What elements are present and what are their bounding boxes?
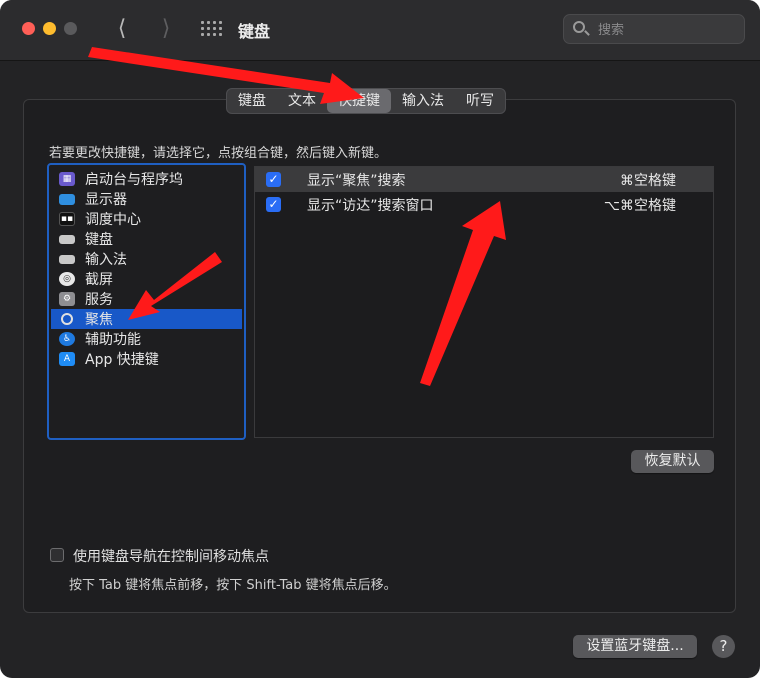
category-label: 服务	[85, 292, 113, 308]
restore-defaults-button[interactable]: 恢复默认	[631, 450, 714, 473]
tab-input-sources[interactable]: 输入法	[391, 89, 455, 113]
table-row[interactable]: ✓ 显示“聚焦”搜索 ⌘空格键	[255, 167, 713, 192]
table-row[interactable]: ✓ 显示“访达”搜索窗口 ⌥⌘空格键	[255, 192, 713, 217]
tab-keyboard[interactable]: 键盘	[227, 89, 277, 113]
category-label: App 快捷键	[85, 352, 159, 368]
tab-shortcuts[interactable]: 快捷键	[327, 89, 391, 113]
instruction-text: 若要更改快捷键，请选择它，点按组合键，然后键入新键。	[49, 146, 388, 161]
category-label: 输入法	[85, 252, 127, 268]
keyboard-navigation-checkbox[interactable]	[50, 548, 64, 562]
keyboard-preferences-window: ⟨ ⟩ 键盘 键盘 文本 快捷键 输入法 听写 若要更改快捷键，请选择它，点按组…	[0, 0, 760, 678]
search-field[interactable]	[563, 14, 745, 44]
forward-chevron-icon[interactable]: ⟩	[153, 15, 179, 43]
category-item-app-shortcuts[interactable]: A App 快捷键	[51, 349, 242, 369]
shortcut-table: ✓ 显示“聚焦”搜索 ⌘空格键 ✓ 显示“访达”搜索窗口 ⌥⌘空格键	[254, 166, 714, 438]
category-label: 截屏	[85, 272, 113, 288]
display-icon	[59, 193, 75, 205]
tab-text[interactable]: 文本	[277, 89, 327, 113]
spotlight-icon	[61, 313, 73, 325]
screenshot-icon: ◎	[59, 272, 75, 286]
category-label: 调度中心	[85, 212, 141, 228]
input-method-icon	[59, 254, 75, 264]
keyboard-icon	[59, 234, 75, 244]
tab-bar: 键盘 文本 快捷键 输入法 听写	[226, 88, 506, 114]
minimize-window-button[interactable]	[43, 22, 56, 35]
mission-control-icon: ▪▪	[59, 212, 75, 226]
keyboard-navigation-hint: 按下 Tab 键将焦点前移，按下 Shift-Tab 键将焦点后移。	[69, 578, 397, 593]
category-label: 显示器	[85, 192, 127, 208]
close-window-button[interactable]	[22, 22, 35, 35]
search-input[interactable]	[596, 19, 740, 41]
category-item-display[interactable]: 显示器	[51, 189, 242, 209]
title-bar: ⟨ ⟩ 键盘	[0, 0, 760, 61]
category-label: 启动台与程序坞	[85, 172, 183, 188]
shortcut-key[interactable]: ⌘空格键	[620, 170, 676, 190]
category-item-services[interactable]: ⚙ 服务	[51, 289, 242, 309]
tab-dictation[interactable]: 听写	[455, 89, 505, 113]
window-title: 键盘	[238, 22, 271, 41]
category-label: 聚焦	[85, 312, 113, 328]
category-label: 键盘	[85, 232, 113, 248]
category-item-accessibility[interactable]: ♿ 辅助功能	[51, 329, 242, 349]
services-gear-icon: ⚙	[59, 292, 75, 306]
search-icon	[573, 21, 585, 33]
category-item-launchpad[interactable]: ▦ 启动台与程序坞	[51, 169, 242, 189]
category-item-mission-control[interactable]: ▪▪ 调度中心	[51, 209, 242, 229]
category-item-keyboard[interactable]: 键盘	[51, 229, 242, 249]
shortcut-key[interactable]: ⌥⌘空格键	[604, 195, 676, 215]
shortcut-name: 显示“访达”搜索窗口	[307, 198, 434, 214]
keyboard-navigation-label[interactable]: 使用键盘导航在控制间移动焦点	[73, 546, 269, 566]
shortcut-enable-checkbox[interactable]: ✓	[266, 172, 281, 187]
category-item-input-method[interactable]: 输入法	[51, 249, 242, 269]
show-all-grid-icon[interactable]	[201, 21, 222, 37]
shortcut-category-list: ▦ 启动台与程序坞 显示器 ▪▪ 调度中心 键盘 输入法 ◎ 截屏 ⚙ 服务 聚…	[47, 163, 246, 440]
zoom-window-button[interactable]	[64, 22, 77, 35]
category-item-spotlight[interactable]: 聚焦	[51, 309, 242, 329]
shortcut-name: 显示“聚焦”搜索	[307, 173, 406, 189]
category-item-screenshot[interactable]: ◎ 截屏	[51, 269, 242, 289]
shortcut-enable-checkbox[interactable]: ✓	[266, 197, 281, 212]
help-button[interactable]: ?	[712, 635, 735, 658]
app-store-icon: A	[59, 352, 75, 366]
accessibility-icon: ♿	[59, 332, 75, 346]
launchpad-icon: ▦	[59, 172, 75, 186]
category-label: 辅助功能	[85, 332, 141, 348]
setup-bluetooth-keyboard-button[interactable]: 设置蓝牙键盘...	[573, 635, 697, 658]
back-chevron-icon[interactable]: ⟨	[109, 15, 135, 43]
